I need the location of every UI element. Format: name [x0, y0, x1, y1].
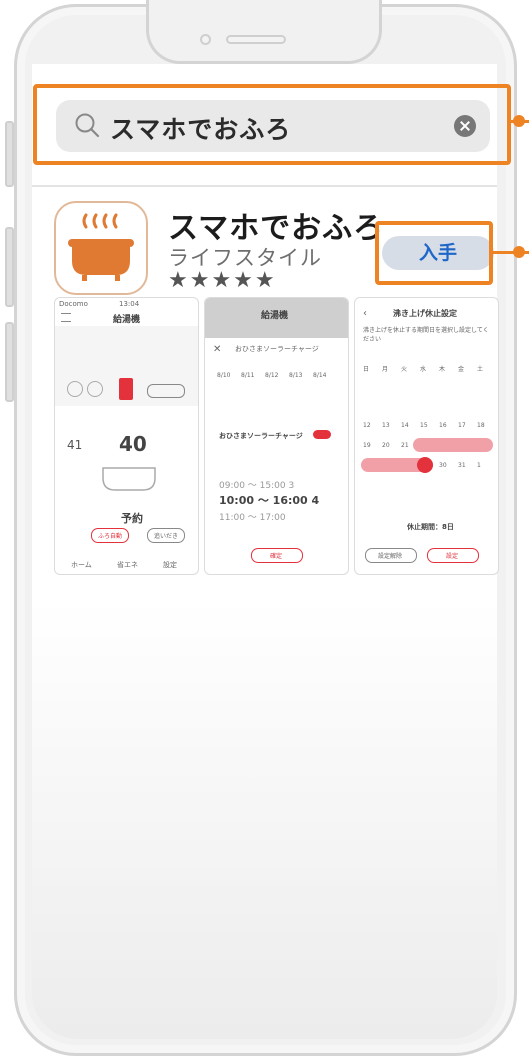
app-name: スマホでおふろ — [168, 211, 385, 246]
phone-notch — [146, 0, 382, 64]
calendar-day[interactable]: 15 — [420, 422, 428, 429]
volume-up-button — [5, 227, 14, 307]
weekday-label: 日 — [363, 366, 370, 373]
reserve-label: 予約 — [121, 512, 143, 525]
confirm-button[interactable]: 確定 — [251, 548, 303, 563]
tab-settings[interactable]: 設定 — [163, 560, 177, 570]
toggle-label: おひさまソーラーチャージ — [219, 432, 303, 440]
search-highlight-box — [33, 84, 511, 165]
rating-stars: ★★★★★ — [168, 268, 277, 293]
description: 沸き上げを休止する期間日を選択し設定してください — [363, 327, 489, 343]
auto-bath-button[interactable]: ふろ自動 — [91, 528, 129, 543]
calendar-day[interactable]: 14 — [401, 422, 409, 429]
day-label: 8/12 — [265, 372, 279, 379]
selected-day[interactable] — [417, 457, 433, 473]
calendar-day[interactable]: 18 — [477, 422, 485, 429]
camera-icon — [200, 34, 211, 45]
weekday-label: 水 — [420, 366, 427, 373]
set-button[interactable]: 設定 — [427, 548, 479, 563]
calendar-day[interactable]: 19 — [363, 442, 371, 449]
status-carrier: Docomo — [59, 300, 88, 308]
mode-circle — [87, 381, 103, 397]
day-label: 8/13 — [289, 372, 303, 379]
calendar-day[interactable]: 1 — [477, 462, 481, 469]
back-icon[interactable]: ‹ — [363, 308, 367, 319]
day-label: 8/11 — [241, 372, 255, 379]
period-label: 休止期間：8日 — [407, 523, 454, 531]
app-screenshot-3[interactable]: ‹ 沸き上げ休止設定 沸き上げを休止する期間日を選択し設定してください 日 月 火 水… — [354, 297, 499, 575]
screen-title: 給湯機 — [261, 311, 289, 321]
search-callout-dot — [513, 115, 525, 127]
time-row: 09:00 ～ 15:00 3 — [219, 481, 295, 491]
weekday-label: 木 — [439, 366, 446, 373]
get-highlight-box — [375, 221, 493, 285]
calendar-day[interactable]: 16 — [439, 422, 447, 429]
time-row: 11:00 ～ 17:00 — [219, 513, 286, 523]
volume-down-button — [5, 322, 14, 402]
app-icon[interactable] — [54, 201, 148, 295]
day-label: 8/14 — [313, 372, 327, 379]
bath-temp: 40 — [119, 432, 147, 456]
calendar-day[interactable]: 31 — [458, 462, 466, 469]
close-icon[interactable]: ✕ — [213, 344, 221, 355]
mute-switch — [5, 121, 14, 187]
week-row-pink — [413, 438, 493, 452]
cancel-setting-button[interactable]: 設定解除 — [365, 548, 417, 563]
screen-title: 給湯機 — [113, 315, 141, 325]
tab-home[interactable]: ホーム — [71, 560, 92, 570]
weekday-label: 月 — [382, 366, 389, 373]
bathtub-icon — [102, 467, 156, 491]
calendar-day[interactable]: 17 — [458, 422, 466, 429]
calendar-day[interactable]: 20 — [382, 442, 390, 449]
room-temp: 41 — [67, 438, 83, 452]
calendar-day[interactable]: 30 — [439, 462, 447, 469]
weekday-label: 土 — [477, 366, 484, 373]
weekday-label: 火 — [401, 366, 408, 373]
menu-icon — [61, 313, 71, 322]
get-callout-dot — [513, 246, 525, 258]
time-row-selected: 10:00 ～ 16:00 4 — [219, 494, 320, 507]
weekday-label: 金 — [458, 366, 465, 373]
status-time: 13:04 — [119, 300, 140, 308]
screen-title: 沸き上げ休止設定 — [393, 309, 457, 318]
day-label: 8/10 — [217, 372, 231, 379]
mode-circle — [67, 381, 83, 397]
bathtub-icon — [68, 213, 134, 281]
calendar-day[interactable]: 13 — [382, 422, 390, 429]
sheet-subtitle: おひさまソーラーチャージ — [235, 345, 319, 353]
app-screenshot-1[interactable]: Docomo 13:04 給湯機 41 40 予約 ふろ自動 追いだき ホーム … — [54, 297, 199, 575]
app-screenshot-2[interactable]: 給湯機 ✕ おひさまソーラーチャージ 8/10 8/11 8/12 8/13 8… — [204, 297, 349, 575]
calendar-day[interactable]: 12 — [363, 422, 371, 429]
toggle-switch[interactable] — [313, 430, 331, 439]
reheat-button[interactable]: 追いだき — [147, 528, 185, 543]
divider — [32, 185, 497, 187]
speaker-grille — [226, 35, 286, 44]
calendar-day[interactable]: 21 — [401, 442, 409, 449]
tab-eco[interactable]: 省エネ — [117, 560, 138, 570]
tank-icon — [119, 378, 133, 400]
refill-pill — [147, 384, 185, 398]
